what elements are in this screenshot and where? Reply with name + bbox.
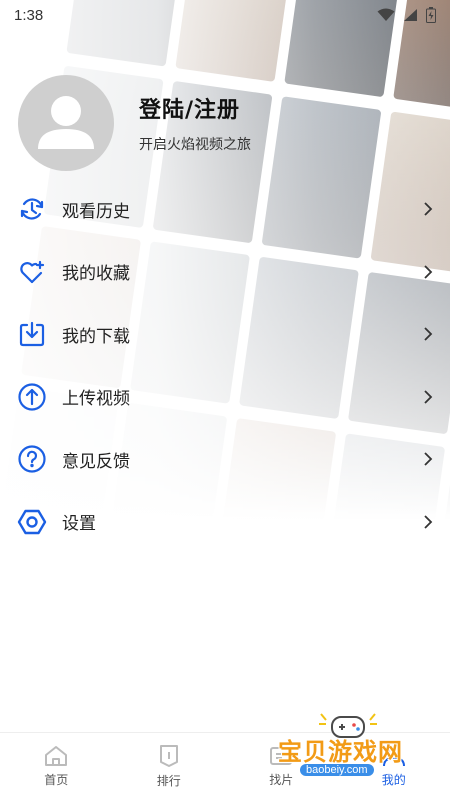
login-subtitle: 开启火焰视频之旅 [139,137,251,153]
download-icon [17,319,47,349]
menu-item-label: 观看历史 [62,201,130,222]
menu-item-favorites[interactable]: 我的收藏 [0,241,450,304]
chevron-right-icon [424,390,433,404]
chevron-right-icon [424,202,433,216]
status-icons [377,7,436,23]
status-bar: 1:38 [0,0,450,30]
menu-item-label: 意见反馈 [62,451,130,472]
nav-tab-ranking[interactable]: 排行 [113,733,226,800]
user-avatar-icon[interactable] [18,75,114,171]
history-icon [17,194,47,224]
menu-item-label: 设置 [62,514,96,535]
chevron-right-icon [424,515,433,529]
chevron-right-icon [424,327,433,341]
bottom-nav-bar: 首页 排行 找片 我的 [0,732,450,800]
upload-icon [17,382,47,412]
status-time: 1:38 [14,6,44,24]
settings-icon [17,507,47,537]
menu-list: 观看历史 我的收藏 我的下载 上传视频 意见反馈 设置 [0,178,450,553]
nav-label: 首页 [44,773,69,787]
login-register-title[interactable]: 登陆/注册 [139,92,251,124]
menu-item-feedback[interactable]: 意见反馈 [0,428,450,491]
wifi-icon [377,8,395,21]
question-icon [17,444,47,474]
profile-icon [382,746,405,767]
ranking-icon [159,745,178,767]
nav-tab-home[interactable]: 首页 [0,733,113,800]
chevron-right-icon [424,452,433,466]
nav-tab-profile[interactable]: 我的 [338,733,450,800]
profile-header[interactable]: 登陆/注册 开启火焰视频之旅 [18,75,251,171]
signal-icon [404,9,417,21]
menu-item-settings[interactable]: 设置 [0,491,450,554]
home-icon [45,746,68,766]
battery-icon [426,7,436,23]
heart-plus-icon [17,257,47,287]
menu-item-downloads[interactable]: 我的下载 [0,303,450,366]
chevron-right-icon [424,265,433,279]
menu-item-history[interactable]: 观看历史 [0,178,450,241]
menu-item-label: 上传视频 [62,389,130,410]
menu-item-label: 我的收藏 [62,264,130,285]
nav-tab-find[interactable]: 找片 [225,733,338,800]
nav-label: 排行 [156,774,181,788]
menu-item-upload[interactable]: 上传视频 [0,366,450,429]
nav-label: 我的 [381,773,406,787]
nav-label: 找片 [269,773,294,787]
menu-item-label: 我的下载 [62,326,130,347]
find-icon [270,747,293,765]
